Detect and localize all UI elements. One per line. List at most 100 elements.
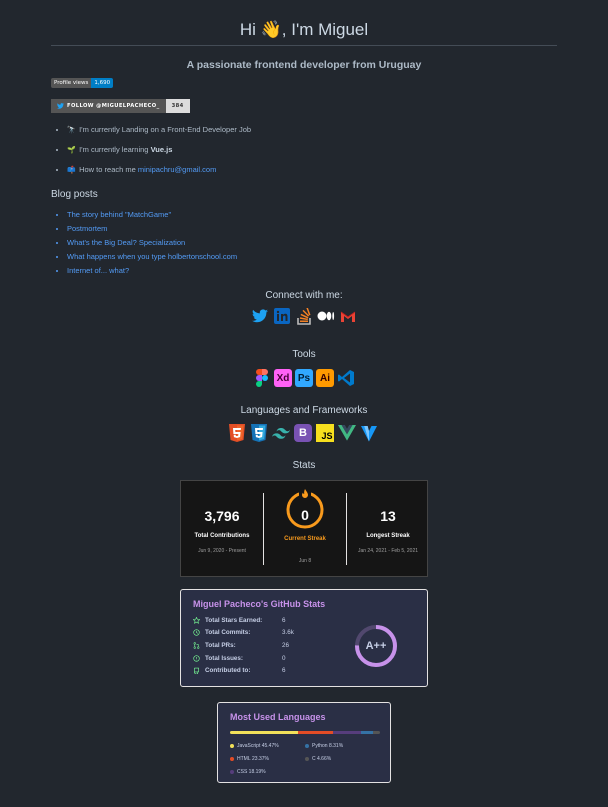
stat-label: Total Commits:: [205, 629, 251, 636]
stat-row: Total Stars Earned: 6: [193, 617, 286, 624]
language-item: CSS 18.19%: [230, 769, 266, 775]
language-dot: [230, 770, 234, 774]
bar-segment-css: [333, 731, 361, 734]
greeting-text: Hi: [239, 20, 256, 39]
language-dot: [305, 744, 309, 748]
profile-views-badge[interactable]: Profile views 1,690: [51, 78, 114, 88]
illustrator-icon[interactable]: Ai: [316, 369, 334, 387]
languages-heading: Languages and Frameworks: [240, 405, 368, 416]
current-streak-value: 0: [301, 507, 309, 523]
language-item: JavaScript 45.47%: [230, 743, 279, 749]
telescope-icon: 🔭: [67, 127, 76, 134]
connect-icons: [251, 307, 357, 325]
longest-streak-range: Jan 24, 2021 - Feb 5, 2021: [357, 548, 419, 554]
wave-emoji: 👋: [260, 20, 282, 39]
total-contributions-block: 3,796 Total Contributions Jun 9, 2020 - …: [181, 481, 263, 576]
rank-circle: A++: [354, 624, 398, 668]
stats-heading: Stats: [292, 460, 316, 471]
language-dot: [305, 757, 309, 761]
email-link[interactable]: minipachru@gmail.com: [138, 165, 216, 174]
linkedin-icon[interactable]: [273, 307, 291, 325]
learning-tech: Vue.js: [150, 145, 173, 154]
stat-label: Total PRs:: [205, 642, 236, 649]
subtitle: A passionate frontend developer from Uru…: [186, 59, 422, 71]
bar-segment-javascript: [230, 731, 299, 734]
medium-icon[interactable]: [317, 307, 335, 325]
blog-post-link[interactable]: What happens when you type holbertonscho…: [67, 251, 237, 265]
twitter-follow-badge[interactable]: FOLLOW @MIGUELPACHECO_ 384: [51, 99, 190, 113]
top-languages-card[interactable]: Most Used Languages JavaScript 45.47% Py…: [217, 702, 391, 783]
stat-row: Total PRs: 26: [193, 642, 289, 649]
current-streak-label: Current Streak: [284, 536, 326, 542]
github-stats-title: Miguel Pacheco's GitHub Stats: [193, 599, 326, 609]
blog-post-link[interactable]: The story behind "MatchGame": [67, 209, 237, 223]
blog-heading: Blog posts: [51, 189, 98, 200]
stat-row: Total Commits: 3.6k: [193, 629, 294, 636]
clock-icon: [193, 629, 200, 636]
top-languages-title: Most Used Languages: [230, 712, 326, 722]
tools-heading: Tools: [292, 349, 316, 360]
blog-list: The story behind "MatchGame" Postmortem …: [67, 209, 237, 279]
follow-label-wrap: FOLLOW @MIGUELPACHECO_: [51, 99, 166, 113]
issue-icon: [193, 655, 200, 662]
javascript-icon[interactable]: JS: [316, 424, 334, 442]
total-contributions-value: 3,796: [204, 508, 240, 524]
longest-streak-value: 13: [380, 508, 396, 524]
stat-value: 6: [282, 617, 286, 624]
star-icon: [193, 617, 200, 624]
total-contributions-range: Jun 9, 2020 - Present: [198, 548, 246, 554]
language-item: HTML 23.37%: [230, 756, 269, 762]
stackoverflow-icon[interactable]: [295, 307, 313, 325]
twitter-icon[interactable]: [251, 307, 269, 325]
mailbox-icon: 📫: [67, 167, 76, 174]
css3-icon[interactable]: [250, 424, 268, 442]
rank-label: A++: [365, 640, 387, 652]
stat-value: 0: [282, 655, 286, 662]
bar-segment-html: [298, 731, 334, 734]
figma-icon[interactable]: [253, 369, 271, 387]
longest-streak-block: 13 Longest Streak Jan 24, 2021 - Feb 5, …: [347, 481, 429, 576]
github-stats-card[interactable]: Miguel Pacheco's GitHub Stats Total Star…: [180, 589, 428, 687]
vue-icon[interactable]: [338, 424, 356, 442]
stat-value: 26: [282, 642, 290, 649]
stat-label: Total Issues:: [205, 655, 244, 662]
gmail-icon[interactable]: [339, 307, 357, 325]
blog-post-link[interactable]: What's the Big Deal? Specialization: [67, 237, 237, 251]
blog-post-link[interactable]: Internet of... what?: [67, 265, 237, 279]
connect-heading: Connect with me:: [265, 290, 343, 301]
longest-streak-label: Longest Streak: [366, 533, 410, 539]
stat-label: Total Stars Earned:: [205, 617, 263, 624]
list-item: 🌱 I'm currently learning Vue.js: [67, 144, 251, 164]
bar-segment-c: [372, 731, 380, 734]
language-dot: [230, 744, 234, 748]
follow-label: FOLLOW @MIGUELPACHECO_: [67, 103, 160, 109]
language-dot: [230, 757, 234, 761]
stat-value: 6: [282, 667, 286, 674]
tailwind-icon[interactable]: [272, 424, 290, 442]
views-count: 1,690: [91, 78, 114, 88]
list-item: 🔭 I'm currently Landing on a Front-End D…: [67, 124, 251, 144]
vscode-icon[interactable]: [337, 369, 355, 387]
total-contributions-label: Total Contributions: [194, 533, 250, 539]
info-list: 🔭 I'm currently Landing on a Front-End D…: [67, 124, 251, 184]
tool-icons: Xd Ps Ai: [253, 369, 355, 387]
repo-icon: [194, 667, 199, 674]
blog-post-link[interactable]: Postmortem: [67, 223, 237, 237]
vuetify-icon[interactable]: [360, 424, 378, 442]
stat-row: Total Issues: 0: [193, 655, 286, 662]
bar-segment-python: [360, 731, 373, 734]
photoshop-icon[interactable]: Ps: [295, 369, 313, 387]
xd-icon[interactable]: Xd: [274, 369, 292, 387]
title-divider: [51, 45, 557, 46]
streak-stats-card[interactable]: 3,796 Total Contributions Jun 9, 2020 - …: [180, 480, 428, 577]
bootstrap-icon[interactable]: B: [294, 424, 312, 442]
html5-icon[interactable]: [228, 424, 246, 442]
info-text: How to reach me: [79, 165, 138, 174]
list-item: 📫 How to reach me minipachru@gmail.com: [67, 164, 251, 184]
stat-label: Contributed to:: [205, 667, 251, 674]
twitter-icon: [57, 103, 64, 109]
info-text: I'm currently learning: [79, 145, 151, 154]
language-item: Python 8.31%: [305, 743, 343, 749]
follow-count: 384: [165, 99, 190, 113]
pull-request-icon: [193, 642, 200, 649]
